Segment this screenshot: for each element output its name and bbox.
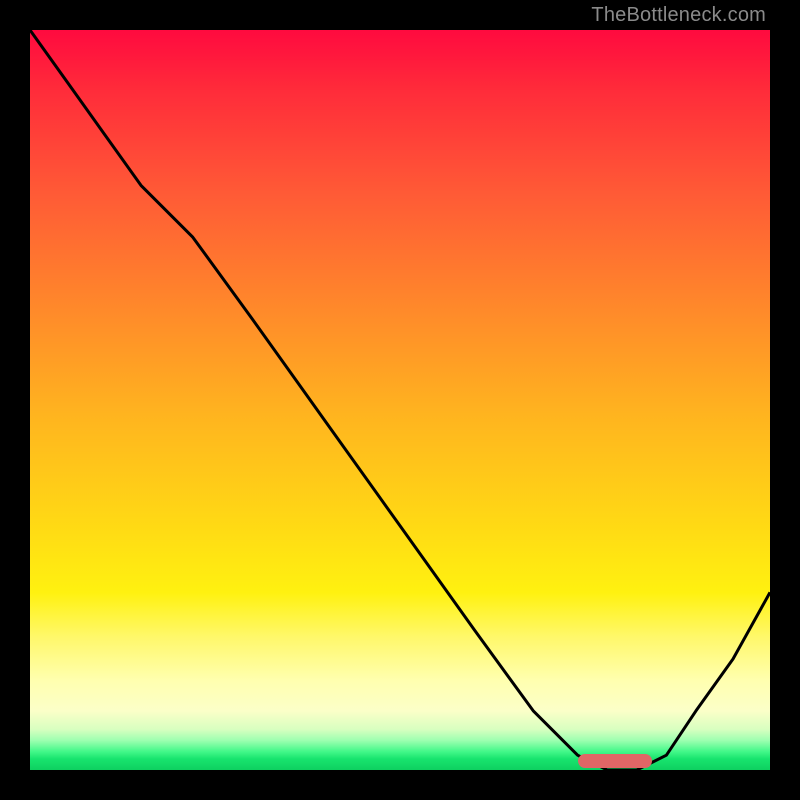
bottleneck-curve [30, 30, 770, 770]
curve-path [30, 30, 770, 770]
plot-area [30, 30, 770, 770]
watermark-text: TheBottleneck.com [591, 4, 766, 27]
optimal-range-marker [578, 754, 652, 768]
